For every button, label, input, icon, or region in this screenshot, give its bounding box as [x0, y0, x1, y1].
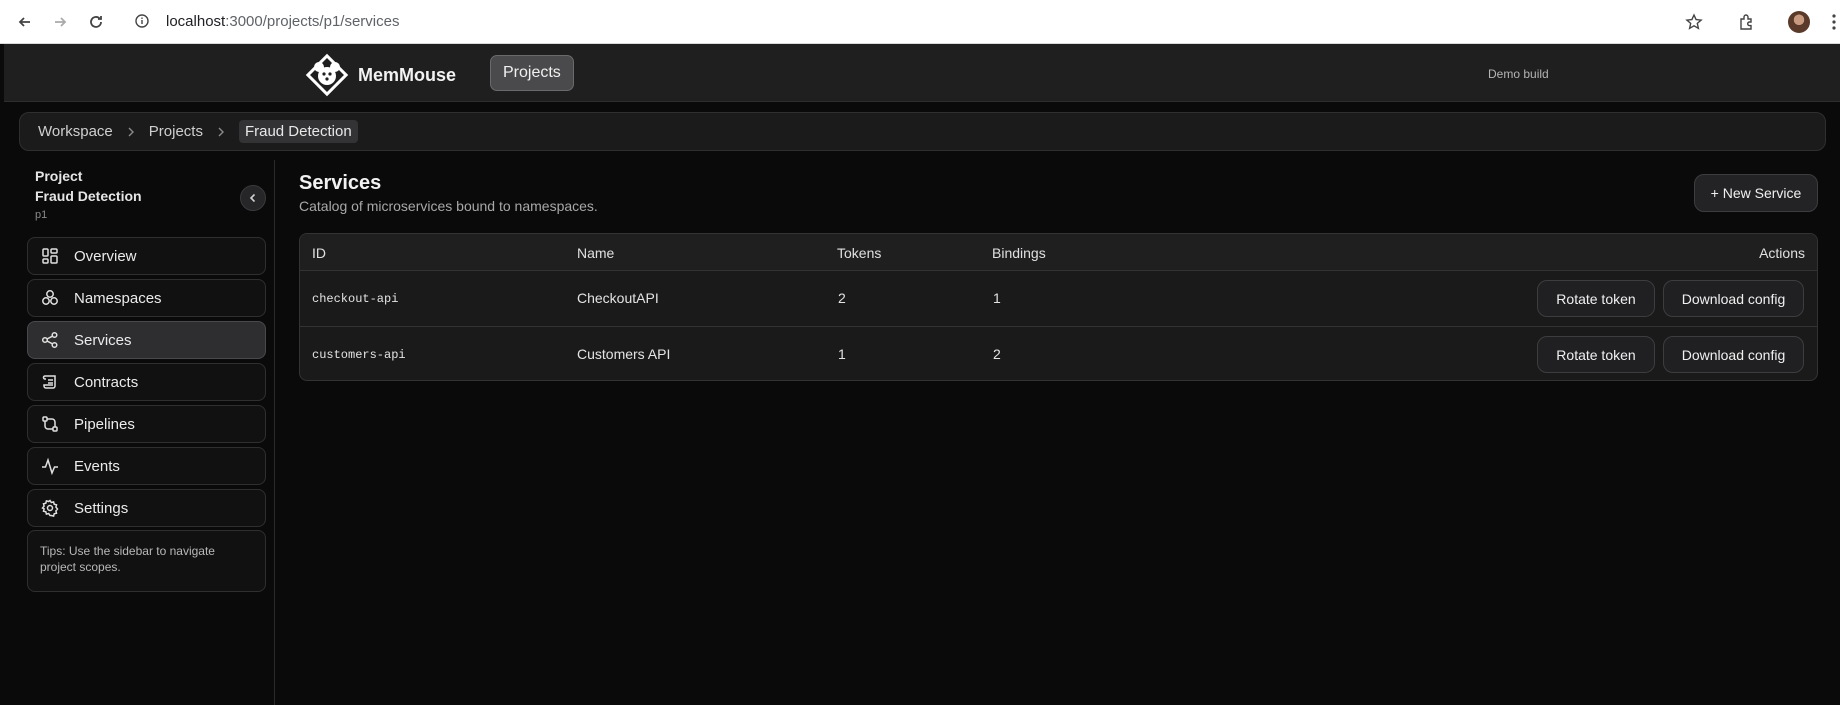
url-host: localhost	[166, 12, 226, 30]
project-label: Project	[35, 168, 83, 184]
download-config-button[interactable]: Download config	[1663, 336, 1804, 373]
column-header-name: Name	[577, 245, 615, 261]
table-header: ID Name Tokens Bindings Actions	[300, 234, 1817, 271]
project-name: Fraud Detection	[35, 188, 142, 204]
sidebar-item-settings[interactable]: Settings	[27, 489, 266, 527]
sidebar-tips: Tips: Use the sidebar to navigate projec…	[27, 530, 266, 592]
column-header-bindings: Bindings	[992, 245, 1046, 261]
sidebar-item-label: Settings	[74, 499, 129, 517]
chevron-right-icon	[217, 127, 225, 137]
sidebar-item-services[interactable]: Services	[27, 321, 266, 359]
sidebar-item-label: Events	[74, 457, 120, 475]
grid-icon	[40, 246, 60, 266]
extensions-icon[interactable]	[1735, 11, 1757, 33]
rotate-token-button[interactable]: Rotate token	[1537, 336, 1655, 373]
service-name: CheckoutAPI	[577, 290, 659, 306]
service-name: Customers API	[577, 346, 671, 362]
menu-kebab-icon[interactable]	[1823, 11, 1840, 33]
star-icon[interactable]	[1683, 11, 1705, 33]
site-info-icon[interactable]	[134, 13, 150, 29]
breadcrumb-workspace[interactable]: Workspace	[38, 123, 113, 140]
activity-icon	[40, 456, 60, 476]
namespaces-icon	[40, 288, 60, 308]
service-tokens: 2	[838, 290, 846, 306]
sidebar-item-pipelines[interactable]: Pipelines	[27, 405, 266, 443]
sidebar-item-events[interactable]: Events	[27, 447, 266, 485]
sidebar-item-label: Contracts	[74, 373, 139, 391]
memmouse-logo-icon	[305, 53, 349, 97]
breadcrumb-current: Fraud Detection	[238, 120, 358, 143]
collapse-sidebar-button[interactable]	[240, 185, 266, 211]
sidebar-item-label: Pipelines	[74, 415, 135, 433]
sidebar-item-namespaces[interactable]: Namespaces	[27, 279, 266, 317]
service-tokens: 1	[838, 346, 846, 362]
project-id: p1	[35, 209, 48, 221]
sidebar: Project Fraud Detection p1 Overview Name…	[19, 160, 275, 705]
sidebar-item-contracts[interactable]: Contracts	[27, 363, 266, 401]
back-icon[interactable]	[15, 12, 35, 32]
reload-icon[interactable]	[86, 12, 106, 32]
browser-toolbar: localhost:3000/projects/p1/services	[0, 0, 1840, 44]
projects-button[interactable]: Projects	[490, 55, 574, 91]
app-header: MemMouse Projects Demo build	[4, 44, 1840, 102]
breadcrumb-projects[interactable]: Projects	[149, 123, 203, 140]
page-title: Services	[299, 172, 382, 194]
share-icon	[40, 330, 60, 350]
service-bindings: 2	[993, 346, 1001, 362]
rotate-token-button[interactable]: Rotate token	[1537, 280, 1655, 317]
pipeline-icon	[40, 414, 60, 434]
service-id: customers-api	[312, 348, 406, 362]
sidebar-item-label: Namespaces	[74, 289, 162, 307]
new-service-button[interactable]: + New Service	[1694, 174, 1818, 212]
build-label: Demo build	[1488, 67, 1549, 81]
chevron-right-icon	[127, 127, 135, 137]
column-header-actions: Actions	[1759, 245, 1805, 261]
table-row: customers-api Customers API 1 2 Rotate t…	[300, 326, 1817, 380]
scroll-icon	[40, 372, 60, 392]
chevron-left-icon	[249, 193, 256, 203]
sidebar-item-label: Services	[74, 331, 132, 349]
forward-icon[interactable]	[50, 12, 70, 32]
services-table: ID Name Tokens Bindings Actions checkout…	[299, 233, 1818, 381]
table-row: checkout-api CheckoutAPI 2 1 Rotate toke…	[300, 271, 1817, 326]
download-config-button[interactable]: Download config	[1663, 280, 1804, 317]
url-text: localhost:3000/projects/p1/services	[166, 13, 399, 30]
sidebar-item-label: Overview	[74, 247, 137, 265]
url-path: :3000/projects/p1/services	[225, 12, 400, 30]
sidebar-item-overview[interactable]: Overview	[27, 237, 266, 275]
brand[interactable]: MemMouse	[304, 52, 456, 98]
page-subtitle: Catalog of microservices bound to namesp…	[299, 198, 598, 214]
address-bar[interactable]: localhost:3000/projects/p1/services	[124, 6, 1664, 36]
breadcrumb: Workspace Projects Fraud Detection	[19, 112, 1826, 151]
column-header-tokens: Tokens	[837, 245, 882, 261]
column-header-id: ID	[312, 245, 326, 261]
service-id: checkout-api	[312, 292, 399, 306]
gear-icon	[40, 498, 60, 518]
brand-name: MemMouse	[358, 64, 457, 85]
service-bindings: 1	[993, 290, 1001, 306]
profile-avatar[interactable]	[1788, 11, 1810, 33]
